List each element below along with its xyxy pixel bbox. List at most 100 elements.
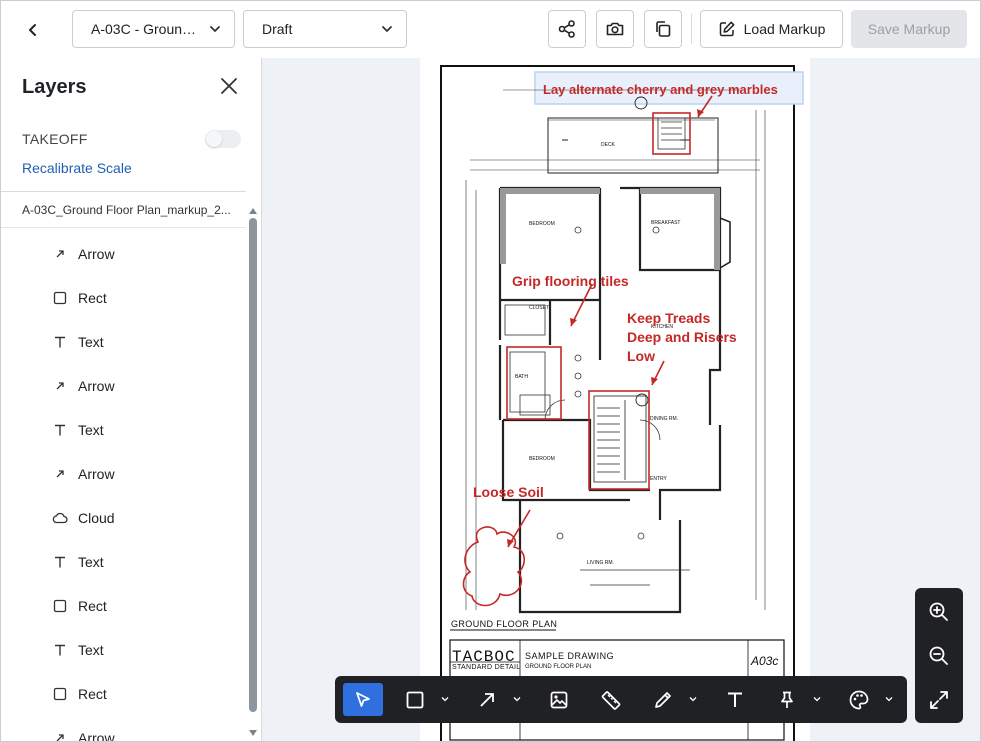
layer-item[interactable]: Rect: [52, 288, 107, 308]
layer-item[interactable]: Text: [52, 332, 104, 352]
layer-item[interactable]: Text: [52, 420, 104, 440]
snapshot-button[interactable]: [596, 10, 634, 48]
share-button[interactable]: [548, 10, 586, 48]
zoom-in-icon[interactable]: [927, 600, 951, 624]
zoom-out-icon[interactable]: [927, 644, 951, 668]
status-select-value: Draft: [262, 21, 293, 37]
layer-item[interactable]: Rect: [52, 596, 107, 616]
markup-note-grip[interactable]: Grip flooring tiles: [512, 272, 629, 291]
copy-button[interactable]: [644, 10, 682, 48]
palette-icon: [849, 690, 869, 709]
scroll-thumb[interactable]: [249, 218, 257, 712]
pointer-icon: [356, 691, 370, 707]
layer-list: Arrow Rect Text Arrow Text Arrow Cloud T…: [0, 234, 246, 742]
save-markup-button[interactable]: Save Markup: [851, 10, 967, 48]
markup-note-soil[interactable]: Loose Soil: [473, 483, 544, 502]
text-tool-button[interactable]: [717, 683, 753, 716]
chevron-down-icon[interactable]: [813, 695, 821, 703]
drawing-sheet: [420, 58, 810, 742]
measure-tool-button[interactable]: [593, 683, 629, 716]
pin-icon: [781, 691, 793, 708]
chevron-down-icon: [382, 26, 392, 32]
arrow-tool-button[interactable]: [469, 683, 505, 716]
arrow-icon: [480, 692, 494, 707]
layer-item-label: Text: [78, 334, 104, 350]
scroll-up-arrow[interactable]: [249, 208, 257, 214]
drawing-canvas[interactable]: [262, 58, 981, 742]
layer-item[interactable]: Arrow: [52, 728, 115, 742]
chevron-left-icon: [29, 24, 36, 36]
select-tool-button[interactable]: [343, 683, 383, 716]
layers-panel: Layers TAKEOFF Recalibrate Scale A-03C_G…: [0, 58, 262, 742]
divider: [0, 227, 246, 228]
fit-screen-icon[interactable]: [927, 688, 951, 712]
load-markup-label: Load Markup: [743, 21, 826, 37]
layer-item[interactable]: Arrow: [52, 244, 115, 264]
takeoff-label: TAKEOFF: [22, 131, 88, 147]
layer-item[interactable]: Rect: [52, 684, 107, 704]
load-markup-button[interactable]: Load Markup: [700, 10, 843, 48]
chevron-down-icon[interactable]: [885, 695, 893, 703]
arrow-icon: [52, 466, 68, 482]
layer-item-label: Rect: [78, 598, 107, 614]
layer-item[interactable]: Arrow: [52, 376, 115, 396]
recalibrate-scale-link[interactable]: Recalibrate Scale: [22, 160, 132, 176]
markup-note-line: Deep and Risers: [627, 329, 737, 345]
cloud-icon: [52, 510, 68, 526]
title-block-sheet-sub: GROUND FLOOR PLAN: [525, 664, 592, 670]
layers-scrollbar[interactable]: [247, 208, 259, 742]
color-tool-button[interactable]: [841, 683, 877, 716]
chevron-down-icon[interactable]: [441, 695, 449, 703]
arrow-icon: [52, 730, 68, 742]
image-tool-button[interactable]: [541, 683, 577, 716]
ruler-icon: [601, 690, 621, 710]
chevron-down-icon: [210, 26, 220, 32]
zoom-controls: [915, 588, 963, 723]
title-block-company-sub: STANDARD DETAIL: [452, 664, 521, 671]
share-icon: [558, 20, 575, 38]
square-icon: [406, 691, 424, 708]
text-icon: [728, 692, 742, 707]
image-icon: [550, 691, 568, 708]
text-icon: [52, 642, 68, 658]
text-icon: [52, 554, 68, 570]
layer-item-label: Text: [78, 642, 104, 658]
pen-tool-button[interactable]: [645, 683, 681, 716]
layer-item-label: Cloud: [78, 510, 115, 526]
text-icon: [52, 422, 68, 438]
document-select[interactable]: A-03C - Groun…: [72, 10, 235, 48]
rect-tool-button[interactable]: [397, 683, 433, 716]
top-bar: A-03C - Groun… Draft Load Markup Save Ma…: [0, 0, 981, 59]
panel-title: Layers: [22, 76, 87, 98]
rect-icon: [52, 686, 68, 702]
rect-icon: [52, 598, 68, 614]
toggle-knob: [206, 131, 222, 147]
status-select[interactable]: Draft: [243, 10, 407, 48]
layer-item[interactable]: Arrow: [52, 464, 115, 484]
save-markup-label: Save Markup: [867, 21, 951, 37]
chevron-down-icon[interactable]: [689, 695, 697, 703]
markup-note-treads[interactable]: Keep Treads Deep and Risers Low: [627, 309, 737, 366]
markup-file-name[interactable]: A-03C_Ground Floor Plan_markup_2...: [22, 203, 231, 217]
layer-item[interactable]: Text: [52, 552, 104, 572]
layer-item[interactable]: Text: [52, 640, 104, 660]
plan-title: GROUND FLOOR PLAN: [451, 619, 558, 629]
layer-item-label: Text: [78, 422, 104, 438]
copy-icon: [656, 21, 671, 37]
scroll-down-arrow[interactable]: [249, 730, 257, 736]
chevron-down-icon[interactable]: [513, 695, 521, 703]
document-select-value: A-03C - Groun…: [91, 21, 197, 37]
markup-note-marbles[interactable]: Lay alternate cherry and grey marbles: [543, 80, 778, 99]
arrow-icon: [52, 246, 68, 262]
pin-tool-button[interactable]: [769, 683, 805, 716]
layer-item[interactable]: Cloud: [52, 508, 115, 528]
markup-note-line: Keep Treads: [627, 310, 711, 326]
divider: [0, 191, 246, 192]
takeoff-toggle[interactable]: [205, 130, 241, 148]
layer-item-label: Rect: [78, 290, 107, 306]
close-icon[interactable]: [218, 75, 240, 97]
rect-icon: [52, 290, 68, 306]
pencil-icon: [655, 691, 671, 708]
layer-item-label: Rect: [78, 686, 107, 702]
back-button[interactable]: [18, 16, 48, 44]
